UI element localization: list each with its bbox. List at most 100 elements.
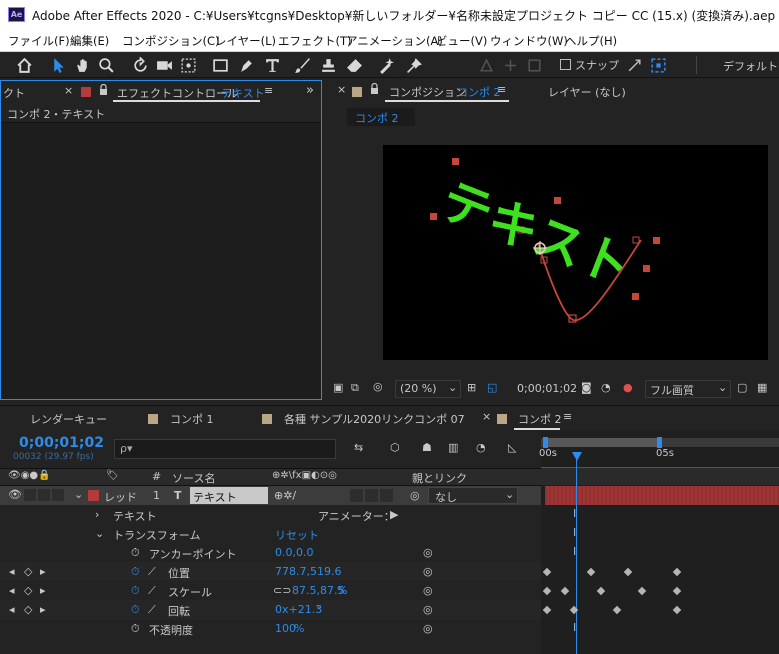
work-area-range[interactable] [545,438,661,447]
graph-icon[interactable]: ⟋ [148,584,156,598]
always-preview-icon[interactable]: ▣ [333,381,343,394]
selection-tool-icon[interactable] [48,55,68,75]
type-tool-icon[interactable] [262,55,282,75]
keyframe[interactable] [560,586,570,596]
comp-panel-menu-icon[interactable]: ≡ [497,83,506,96]
composition-viewer[interactable]: テキスト [383,145,768,360]
label-color-swatch[interactable] [88,490,99,501]
snap-edges-icon[interactable] [624,55,644,75]
solo-toggle[interactable] [38,489,50,501]
parent-pick-whip-icon[interactable]: ◎ [410,489,420,502]
video-visibility-icon[interactable]: 👁 [8,488,22,501]
parent-dropdown[interactable]: なし ⌄ [428,487,518,504]
roto-brush-tool-icon[interactable] [376,55,396,75]
transparency-grid-icon[interactable]: ▦ [757,381,767,394]
comp-navigator-chip[interactable]: コンポ 2 [347,108,415,126]
snap-checkbox[interactable] [560,59,571,70]
keyframe[interactable] [672,586,682,596]
layer-search-input[interactable]: ρ▾ [114,439,336,459]
source-name-header[interactable]: ソース名 [172,470,215,486]
puppet-pin-tool-icon[interactable] [404,55,424,75]
expression-pickwhip-icon[interactable]: ◎ [423,546,433,559]
render-queue-tab[interactable]: レンダーキュー [30,411,107,427]
add-keyframe-icon[interactable]: ◇ [24,565,32,578]
rotate-tool-icon[interactable] [130,55,150,75]
next-keyframe-icon[interactable]: ▸ [40,565,46,578]
stopwatch-active-icon[interactable]: ⏱ [131,565,140,579]
property-row-anchor-point[interactable]: ⏱ アンカーポイント 0.0,0.0 ◎ [0,543,541,562]
prev-keyframe-icon[interactable]: ◂ [9,584,15,597]
next-keyframe-icon[interactable]: ▸ [40,584,46,597]
viewer-text-layer[interactable]: テキスト [433,171,639,297]
keyframe[interactable] [542,605,552,615]
property-row-opacity[interactable]: ⏱ 不透明度 100 % ◎ [0,619,541,638]
stopwatch-icon[interactable]: ⏱ [131,546,140,560]
graph-icon[interactable]: ⟋ [148,603,156,617]
region-of-interest-icon[interactable]: ▢ [737,381,747,394]
workspace-default[interactable]: デフォルト [723,58,778,74]
keyframe[interactable] [586,567,596,577]
resolution-dropdown[interactable]: フル画質 ⌄ [645,380,731,398]
current-time-display[interactable]: 0;00;01;02 [19,435,104,451]
fit-region-icon[interactable]: ⊞ [467,381,476,394]
expression-pickwhip-icon[interactable]: ◎ [423,584,433,597]
layer-switches-icon[interactable]: ⊕✲/ [274,489,296,502]
stopwatch-active-icon[interactable]: ⏱ [131,603,140,617]
channel-rgb-icon[interactable]: ● [623,381,633,394]
lock-icon[interactable] [99,83,108,98]
keyframe[interactable] [542,586,552,596]
composition-tab-name[interactable]: コンポ 2 [457,84,501,100]
property-row-rotation[interactable]: ◂ ◇ ▸ ⏱ ⟋ 回転 0x+21.3 ° ◎ [0,600,541,619]
layer-name-field[interactable]: テキスト [190,487,268,504]
keyframe[interactable] [542,567,552,577]
clone-stamp-tool-icon[interactable] [318,55,338,75]
viewer-timecode[interactable]: 0;00;01;02 [517,382,577,395]
expand-panel-icon[interactable]: » [306,83,314,98]
expression-pickwhip-icon[interactable]: ◎ [423,565,433,578]
keyframe[interactable] [672,567,682,577]
pen-tool-icon[interactable] [236,55,256,75]
zoom-dropdown[interactable]: (20 %) ⌄ [395,380,461,398]
property-row-position[interactable]: ◂ ◇ ▸ ⏱ ⟋ 位置 778.7,519.6 ◎ [0,562,541,581]
lock-toggle[interactable] [52,489,64,501]
menu-help[interactable]: ヘルプ(H) [565,33,617,49]
animator-add-icon[interactable]: ▶ [390,508,398,521]
transform-handle[interactable] [554,197,561,204]
brush-tool-icon[interactable] [292,55,312,75]
property-row-transform[interactable]: ⌄ トランスフォーム リセット [0,524,541,543]
camera-tool-icon[interactable] [154,55,174,75]
transform-handle[interactable] [632,293,639,300]
panel-menu-icon[interactable]: ≡ [264,84,273,97]
close-comp-tab-icon[interactable]: × [337,83,346,96]
pan-behind-tool-icon[interactable] [178,55,198,75]
comp-lock-icon[interactable] [370,82,379,97]
reset-transform-link[interactable]: リセット [275,527,319,543]
mask-visibility-icon[interactable]: ⧉ [351,381,359,395]
motion-blur-icon[interactable]: ◔ [476,441,486,454]
work-area-end-handle[interactable] [657,437,662,448]
menu-file[interactable]: ファイル(F) [8,33,70,49]
comp2-tab[interactable]: コンポ 2 [518,411,562,427]
transform-handle[interactable] [653,237,660,244]
zoom-tool-icon[interactable] [96,55,116,75]
property-row-scale[interactable]: ◂ ◇ ▸ ⏱ ⟋ スケール ⊂⊃ 87.5,87.5 % ◎ [0,581,541,600]
collapse-layer-icon[interactable]: ⌄ [74,488,83,501]
keyframe[interactable] [672,605,682,615]
add-keyframe-icon[interactable]: ◇ [24,603,32,616]
menu-view[interactable]: ビュー(V) [436,33,487,49]
timeline-panel-menu-icon[interactable]: ≡ [563,410,572,423]
work-area-start-handle[interactable] [543,437,548,448]
stopwatch-icon[interactable]: ⏱ [131,622,140,636]
opacity-value[interactable]: 100 [275,622,296,635]
anchor-point-value[interactable]: 0.0,0.0 [275,546,313,559]
effect-controls-tab-label[interactable]: エフェクトコントロール [117,85,238,101]
graph-icon[interactable]: ⟋ [148,565,156,579]
comp-mini-flowchart-icon[interactable]: ⇆ [354,441,363,454]
switch-box[interactable] [365,489,378,502]
draft-3d-icon[interactable]: ⬡ [390,441,400,454]
property-row-text[interactable]: › テキスト アニメーター： ▶ [0,505,541,524]
switch-box[interactable] [350,489,363,502]
prev-keyframe-icon[interactable]: ◂ [9,565,15,578]
toggle-transparency-icon[interactable]: ◱ [487,381,497,394]
menu-composition[interactable]: コンポジション(C) [122,33,220,49]
